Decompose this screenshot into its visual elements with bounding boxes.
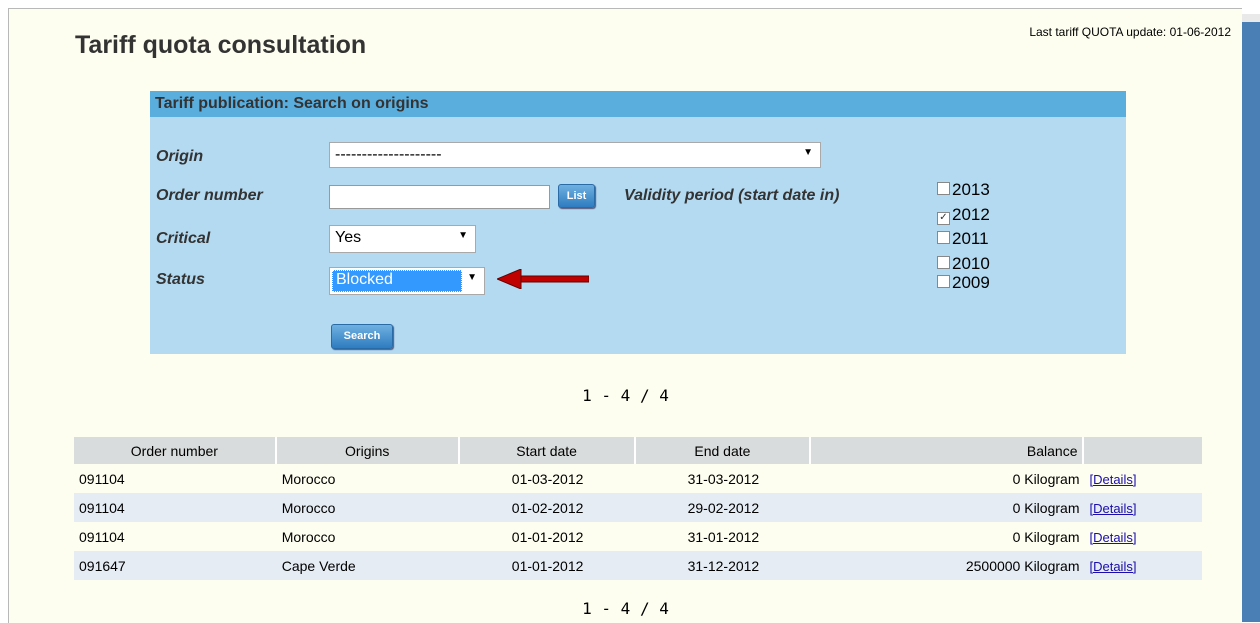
year-2012-label: 2012 [952,205,990,224]
year-checkbox[interactable] [937,231,950,244]
critical-label: Critical [156,230,211,247]
col-header-start-date: Start date [459,437,636,464]
origin-select[interactable]: -------------------- ▼ [329,142,821,168]
year-checkbox[interactable] [937,275,950,288]
cell-end-date: 31-12-2012 [635,551,812,580]
cell-order-number: 091104 [74,464,277,493]
list-button[interactable]: List [558,184,595,208]
status-label: Status [156,271,205,288]
details-link[interactable]: [Details] [1089,472,1136,487]
search-panel: Tariff publication: Search on origins Or… [150,91,1126,354]
search-panel-header: Tariff publication: Search on origins [150,91,1126,117]
year-2012-option[interactable]: ✓ 2012 [937,205,990,225]
cell-start-date: 01-01-2012 [459,551,636,580]
status-select[interactable]: Blocked ▼ [329,267,485,295]
year-2009-option[interactable]: 2009 [937,273,990,293]
page-title: Tariff quota consultation [75,31,367,59]
red-arrow-icon [497,269,589,289]
validity-period-label: Validity period (start date in) [624,187,840,204]
year-2013-option[interactable]: 2013 [937,180,990,200]
cell-start-date: 01-02-2012 [459,493,636,522]
cell-balance: 0 Kilogram [811,493,1085,522]
year-2011-option[interactable]: 2011 [937,229,989,249]
origin-label: Origin [156,148,204,165]
page-container: Last tariff QUOTA update: 01-06-2012 Tar… [8,8,1242,623]
table-row: 091647 Cape Verde 01-01-2012 31-12-2012 … [74,551,1202,580]
table-header-row: Order number Origins Start date End date… [74,437,1202,464]
chevron-down-icon: ▼ [458,230,468,241]
chevron-down-icon: ▼ [467,272,477,283]
critical-select[interactable]: Yes ▼ [329,225,476,253]
year-checkbox[interactable]: ✓ [937,212,950,225]
order-number-label: Order number [156,187,263,204]
cell-start-date: 01-01-2012 [459,522,636,551]
cell-end-date: 31-01-2012 [635,522,812,551]
year-checkbox[interactable] [937,256,950,269]
cell-origin: Morocco [276,464,460,493]
col-header-actions [1084,437,1202,464]
cell-balance: 0 Kilogram [811,464,1085,493]
year-2013-label: 2013 [952,180,990,199]
cell-balance: 2500000 Kilogram [811,551,1085,580]
col-header-balance: Balance [811,437,1085,464]
results-table: Order number Origins Start date End date… [74,437,1202,580]
details-link[interactable]: [Details] [1089,501,1136,516]
vertical-scrollbar[interactable] [1241,22,1260,622]
status-select-value: Blocked [336,271,393,288]
table-row: 091104 Morocco 01-02-2012 29-02-2012 0 K… [74,493,1202,522]
details-link[interactable]: [Details] [1089,530,1136,545]
chevron-down-icon: ▼ [803,147,813,158]
origin-select-value: -------------------- [335,146,442,163]
cell-order-number: 091104 [74,522,277,551]
year-checkbox[interactable] [937,182,950,195]
last-update-text: Last tariff QUOTA update: 01-06-2012 [1029,25,1231,39]
order-number-input[interactable] [329,185,550,209]
cell-end-date: 31-03-2012 [635,464,812,493]
cell-balance: 0 Kilogram [811,522,1085,551]
cell-order-number: 091104 [74,493,277,522]
cell-start-date: 01-03-2012 [459,464,636,493]
search-button[interactable]: Search [331,324,393,349]
year-2011-label: 2011 [952,229,989,248]
pager-top: 1 - 4 / 4 [582,386,669,405]
cell-origin: Cape Verde [276,551,460,580]
scrollbar-top-cap [1241,14,1260,22]
table-row: 091104 Morocco 01-01-2012 31-01-2012 0 K… [74,522,1202,551]
year-2009-label: 2009 [952,273,990,292]
details-link[interactable]: [Details] [1089,559,1136,574]
col-header-origins: Origins [276,437,460,464]
cell-end-date: 29-02-2012 [635,493,812,522]
cell-origin: Morocco [276,493,460,522]
pager-bottom: 1 - 4 / 4 [582,599,669,618]
col-header-order-number: Order number [74,437,277,464]
year-2010-label: 2010 [952,254,990,273]
cell-order-number: 091647 [74,551,277,580]
col-header-end-date: End date [635,437,812,464]
table-row: 091104 Morocco 01-03-2012 31-03-2012 0 K… [74,464,1202,493]
year-2010-option[interactable]: 2010 [937,254,990,274]
critical-select-value: Yes [335,229,362,246]
cell-origin: Morocco [276,522,460,551]
